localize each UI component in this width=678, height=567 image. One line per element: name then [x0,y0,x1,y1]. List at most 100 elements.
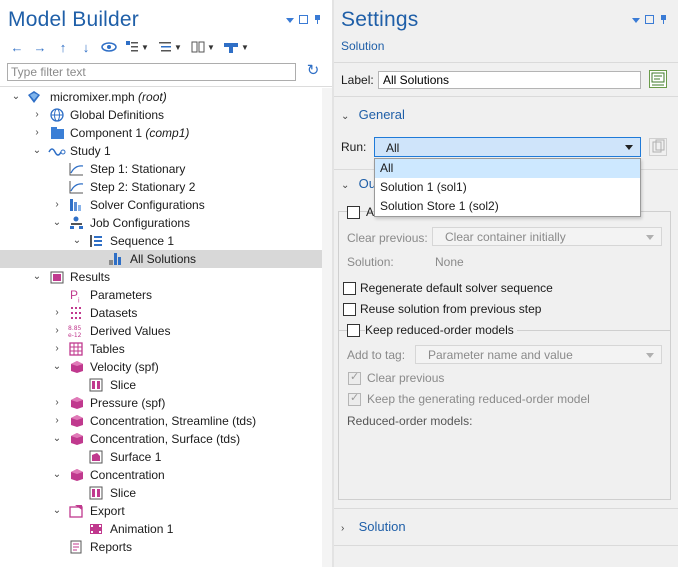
tree-node-component-1[interactable]: › Component 1 (comp1) [0,124,322,142]
tree-node-solver-configurations[interactable]: › Solver Configurations [0,196,322,214]
tree-node-reports[interactable]: Reports [0,538,322,556]
model-tree-node-text-dropdown[interactable]: ▼ [189,38,217,56]
collapse-chevron-icon[interactable]: ⌄ [31,142,43,160]
tree-node-root[interactable]: ⌄ micromixer.mph (root) [0,88,322,106]
pane-menu-icon[interactable] [286,18,294,23]
solution-icon [108,252,123,266]
collapse-chevron-icon[interactable]: ⌄ [31,268,43,286]
section-solution[interactable]: › Solution [341,519,406,534]
tree-node-slice[interactable]: Slice [0,376,322,394]
expand-chevron-icon[interactable]: › [51,322,63,340]
label-input[interactable] [379,72,640,88]
tree-label: Slice [110,378,137,392]
tree-node-tables[interactable]: › Tables [0,340,322,358]
tree-node-velocity-spf[interactable]: ⌄ Velocity (spf) [0,358,322,376]
tree-node-surface-1[interactable]: Surface 1 [0,448,322,466]
keep-rom-checkbox[interactable] [347,324,360,337]
run-option-all[interactable]: All [375,159,640,178]
tree-node-datasets[interactable]: › Datasets [0,304,322,322]
clear-previous-select[interactable]: Clear container initially [432,227,662,246]
collapse-chevron-icon[interactable]: ⌄ [51,430,63,448]
collapse-chevron-icon[interactable]: ⌄ [71,232,83,250]
table-icon [69,342,84,356]
tree-node-export[interactable]: ⌄ Export [0,502,322,520]
run-option-solution-1[interactable]: Solution 1 (sol1) [375,178,640,197]
label-field[interactable] [378,71,641,89]
move-down-icon[interactable]: ↓ [77,38,95,56]
section-separator [334,545,678,546]
sequence-icon [89,234,104,248]
tree-node-job-configurations[interactable]: ⌄ Job Configurations [0,214,322,232]
tree-label: Step 2: Stationary 2 [90,180,196,194]
run-option-solution-store-1[interactable]: Solution Store 1 (sol2) [375,197,640,216]
tree-node-step-1[interactable]: Step 1: Stationary [0,160,322,178]
section-title: General [358,107,405,122]
tree-node-concentration-surface[interactable]: ⌄ Concentration, Surface (tds) [0,430,322,448]
collapse-tree-dropdown[interactable]: ▼ [156,38,184,56]
tree-label: Concentration [90,468,165,482]
move-up-icon[interactable]: ↑ [54,38,72,56]
pane-menu-icon[interactable] [632,18,640,23]
run-select[interactable]: All [374,137,641,157]
forward-arrow-icon[interactable]: → [31,38,49,56]
settings-window-controls [632,15,668,24]
pin-icon[interactable] [659,15,668,24]
tree-filter-input[interactable] [8,64,295,80]
tree-node-study-1[interactable]: ⌄ Study 1 [0,142,322,160]
regenerate-checkbox[interactable] [343,282,356,295]
label-caption: Label: [341,73,374,87]
expand-chevron-icon[interactable]: › [31,124,43,142]
tree-node-animation-1[interactable]: Animation 1 [0,520,322,538]
tree-filter-field[interactable] [7,63,296,81]
expand-chevron-icon[interactable]: › [51,196,63,214]
section-output[interactable]: ⌄ Ou [341,176,376,191]
tree-node-parameters[interactable]: Pi Parameters [0,286,322,304]
tree-label: Velocity (spf) [90,360,159,374]
section-title: Solution [358,519,406,534]
show-icon[interactable] [100,38,118,56]
checkbox-partial-label: A [366,205,375,219]
tree-node-derived-values[interactable]: › 8.85 e-12 Derived Values [0,322,322,340]
expand-chevron-icon[interactable]: › [51,394,63,412]
label-edit-button[interactable] [649,70,667,88]
tree-scrollbar[interactable] [322,88,332,567]
collapse-chevron-icon[interactable]: ⌄ [10,88,22,106]
collapse-chevron-icon[interactable]: ⌄ [51,466,63,484]
build-dropdown[interactable]: ▼ [222,38,250,56]
expand-chevron-icon[interactable]: › [51,304,63,322]
regenerate-label: Regenerate default solver sequence [360,281,553,295]
checkbox-partial[interactable] [347,206,360,219]
tree-node-sequence-1[interactable]: ⌄ Sequence 1 [0,232,322,250]
tree-node-concentration[interactable]: ⌄ Concentration [0,466,322,484]
tree-node-global-definitions[interactable]: › Global Definitions [0,106,322,124]
reuse-label: Reuse solution from previous step [360,302,542,316]
tree-node-step-2[interactable]: Step 2: Stationary 2 [0,178,322,196]
tree-node-all-solutions[interactable]: All Solutions [0,250,322,268]
expand-tree-dropdown[interactable]: ▼ [123,38,151,56]
back-arrow-icon[interactable]: ← [8,38,26,56]
refresh-icon[interactable]: ↻ [305,63,321,79]
expand-chevron-icon[interactable]: › [51,340,63,358]
collapse-chevron-icon[interactable]: ⌄ [51,214,63,232]
keep-generating-checkbox[interactable] [348,391,361,406]
tree-node-pressure-spf[interactable]: › Pressure (spf) [0,394,322,412]
maximize-icon[interactable] [645,15,654,24]
pin-icon[interactable] [313,15,322,24]
expand-chevron-icon[interactable]: › [51,412,63,430]
collapse-chevron-icon[interactable]: ⌄ [51,358,63,376]
tree-node-results[interactable]: ⌄ Results [0,268,322,286]
section-general[interactable]: ⌄ General [341,107,405,122]
maximize-icon[interactable] [299,15,308,24]
clear-previous-checkbox[interactable] [348,370,361,385]
add-to-tag-select[interactable]: Parameter name and value [415,345,662,364]
expand-chevron-icon[interactable]: › [31,106,43,124]
tree-label: Pressure (spf) [90,396,166,410]
run-action-button[interactable] [649,138,667,156]
tree-node-slice[interactable]: Slice [0,484,322,502]
collapse-chevron-icon[interactable]: ⌄ [51,502,63,520]
reuse-checkbox[interactable] [343,303,356,316]
clear-previous-caption: Clear previous: [347,231,428,245]
run-dropdown-list: All Solution 1 (sol1) Solution Store 1 (… [374,158,641,217]
tree-node-concentration-streamline[interactable]: › Concentration, Streamline (tds) [0,412,322,430]
model-builder-window-controls [286,15,322,24]
